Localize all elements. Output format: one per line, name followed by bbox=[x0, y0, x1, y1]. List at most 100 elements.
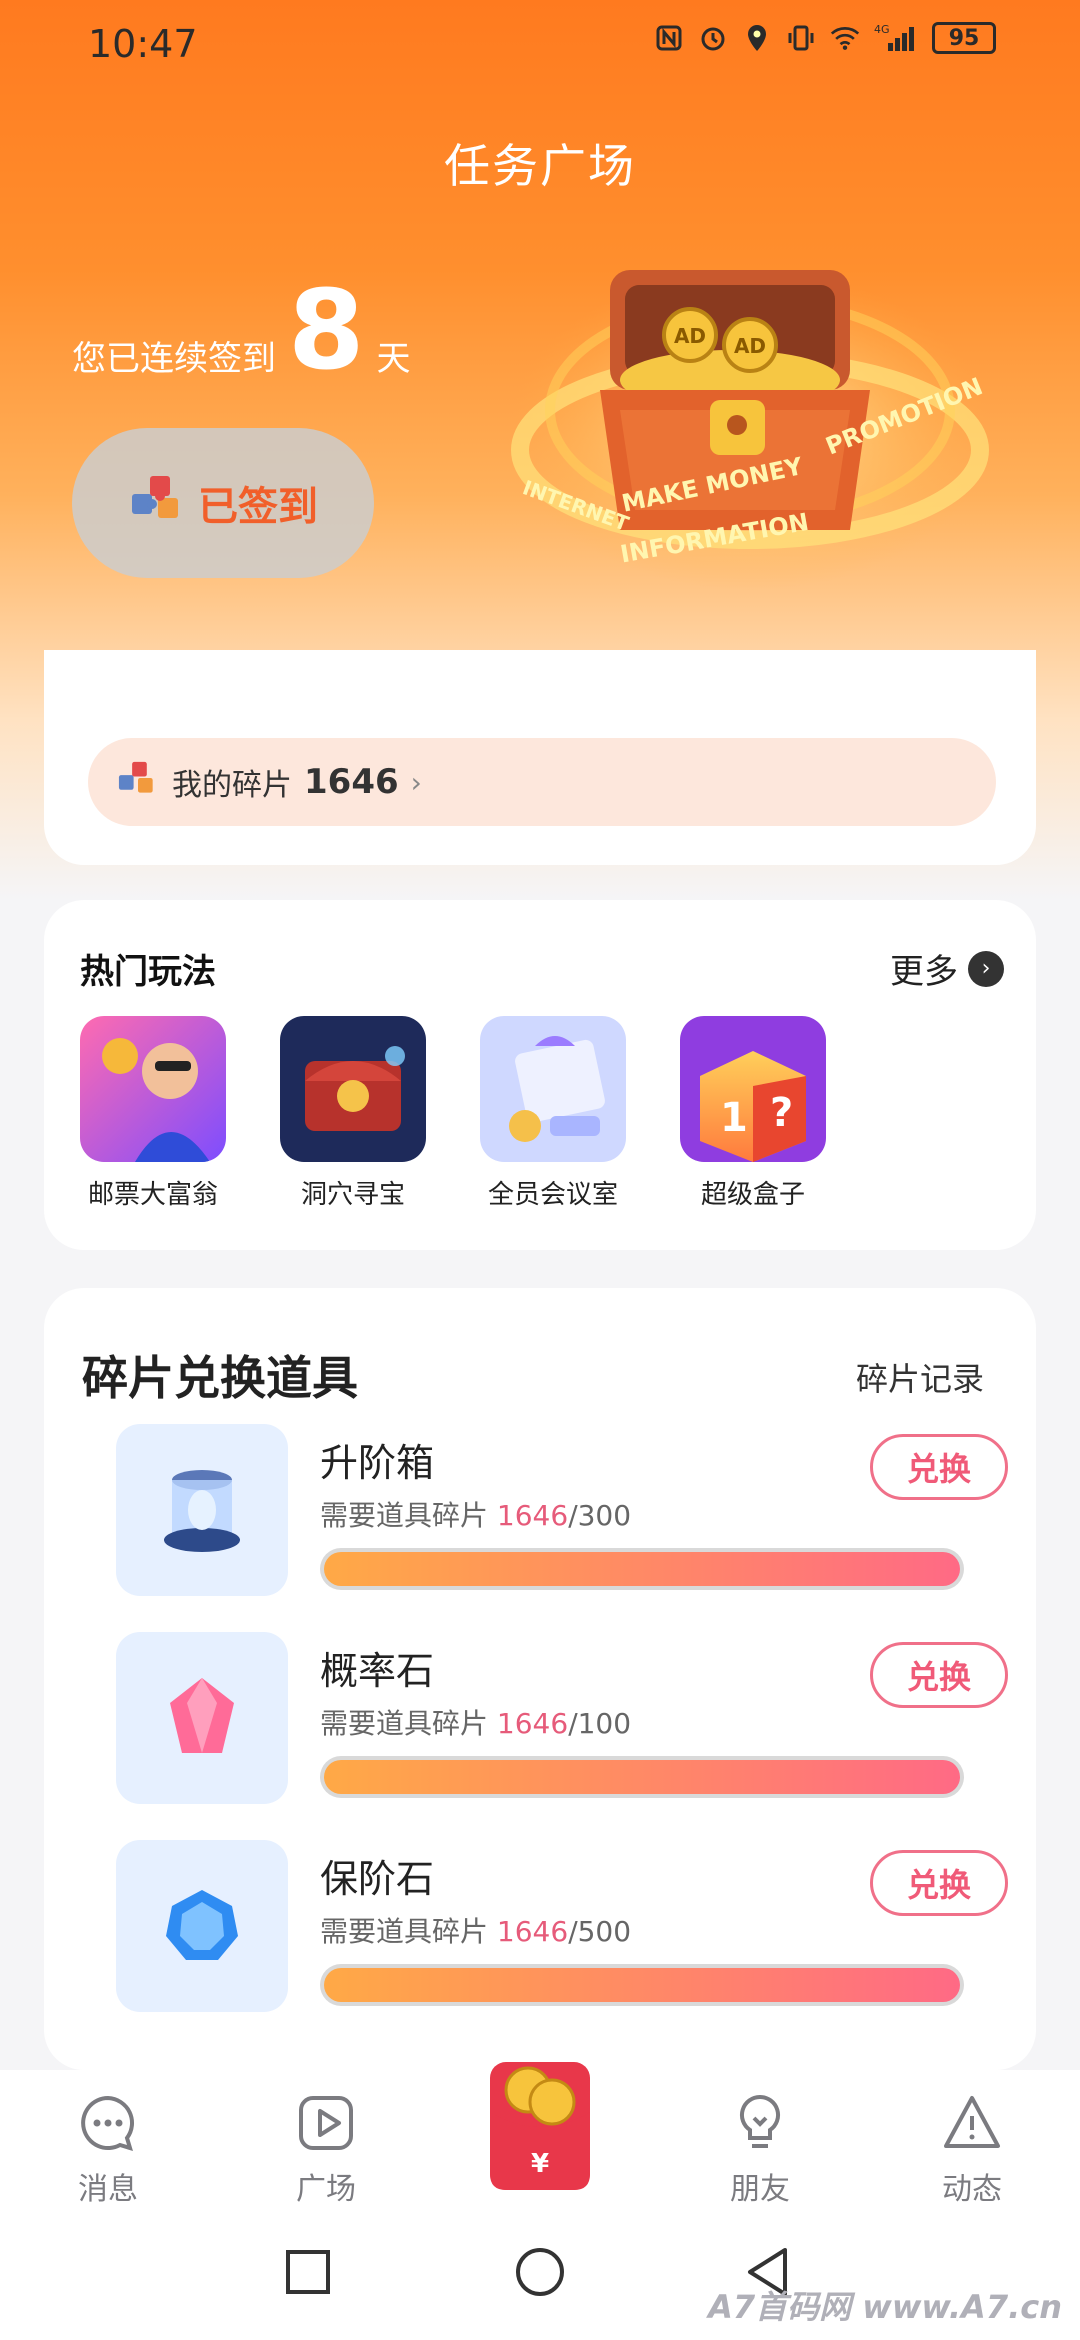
item-name: 保阶石 bbox=[320, 1857, 435, 1901]
alert-icon bbox=[939, 2090, 1005, 2156]
need-label: 需要道具碎片 bbox=[320, 1707, 489, 1740]
wifi-icon bbox=[830, 23, 860, 53]
have-count: 1646 bbox=[496, 1915, 569, 1948]
fragment-record-link[interactable]: 碎片记录 bbox=[856, 1354, 984, 1400]
more-label: 更多 bbox=[890, 952, 958, 992]
status-time: 10:47 bbox=[88, 22, 198, 66]
my-fragments-link[interactable]: 我的碎片 1646 › bbox=[88, 738, 996, 826]
meeting-room-icon bbox=[480, 1016, 626, 1162]
fragments-label: 我的碎片 bbox=[172, 768, 292, 803]
svg-text:1: 1 bbox=[720, 1095, 748, 1141]
more-button[interactable]: 更多 › bbox=[890, 944, 1004, 993]
signed-label: 已签到 bbox=[198, 484, 318, 530]
bulb-icon bbox=[727, 2090, 793, 2156]
item-requirement: 需要道具碎片 1646/100 bbox=[320, 1702, 631, 1742]
game-label: 邮票大富翁 bbox=[87, 1180, 218, 1210]
nfc-icon bbox=[654, 23, 684, 53]
game-item[interactable]: 邮票大富翁 bbox=[78, 1016, 228, 1211]
tab-plaza[interactable]: 广场 bbox=[246, 2090, 406, 2208]
item-name: 概率石 bbox=[320, 1649, 435, 1693]
exchange-button[interactable]: 兑换 bbox=[870, 1642, 1008, 1708]
fragments-count: 1646 bbox=[304, 762, 399, 802]
progress-bar bbox=[320, 1964, 964, 2006]
chevron-right-icon: › bbox=[410, 765, 422, 799]
home-button[interactable] bbox=[516, 2248, 564, 2296]
watermark: A7首码网 www.A7.cn bbox=[708, 2288, 1062, 2326]
svg-text:?: ? bbox=[770, 1090, 793, 1136]
streak-prefix: 您已连续签到 bbox=[72, 339, 276, 379]
exchange-button[interactable]: 兑换 bbox=[870, 1850, 1008, 1916]
exchange-item: 升阶箱 需要道具碎片 1646/300 兑换 bbox=[116, 1424, 1008, 1596]
stamp-tycoon-icon bbox=[80, 1016, 226, 1162]
coin-label-2: AD bbox=[734, 334, 766, 358]
need-count: /100 bbox=[568, 1707, 632, 1740]
recent-apps-button[interactable] bbox=[286, 2250, 330, 2294]
game-item[interactable]: 1 ? 超级盒子 bbox=[678, 1016, 828, 1211]
have-count: 1646 bbox=[496, 1499, 569, 1532]
game-label: 超级盒子 bbox=[700, 1180, 805, 1210]
tab-label: 消息 bbox=[78, 2172, 138, 2207]
streak-suffix: 天 bbox=[376, 339, 411, 379]
item-requirement: 需要道具碎片 1646/500 bbox=[320, 1910, 631, 1950]
page: 10:47 4G 95 任务广场 您已连续签到 8 天 已签到 AD AD MA… bbox=[0, 0, 1080, 2340]
status-icons: 4G 95 bbox=[654, 22, 996, 54]
alarm-icon bbox=[698, 23, 728, 53]
tab-friends[interactable]: 朋友 bbox=[680, 2090, 840, 2208]
tab-label: 动态 bbox=[942, 2172, 1002, 2207]
super-box-icon: 1 ? bbox=[680, 1016, 826, 1162]
tab-label: 广场 bbox=[296, 2172, 356, 2207]
streak-info: 您已连续签到 8 天 bbox=[72, 266, 411, 394]
exchange-title: 碎片兑换道具 bbox=[82, 1351, 358, 1405]
need-label: 需要道具碎片 bbox=[320, 1499, 489, 1532]
need-count: /300 bbox=[568, 1499, 632, 1532]
game-label: 洞穴寻宝 bbox=[300, 1180, 405, 1210]
have-count: 1646 bbox=[496, 1707, 569, 1740]
item-name: 升阶箱 bbox=[320, 1441, 435, 1485]
blue-gem-icon bbox=[116, 1840, 288, 2012]
red-packet-icon[interactable]: ¥ bbox=[490, 2062, 590, 2190]
puzzle-icon bbox=[128, 468, 188, 538]
games-list: 邮票大富翁 洞穴寻宝 全员会议室 1 ? 超级盒子 bbox=[78, 1016, 828, 1211]
fragments-card: 我的碎片 1646 › bbox=[44, 650, 1036, 865]
progress-fill bbox=[324, 1968, 960, 2002]
hot-games-title: 热门玩法 bbox=[80, 952, 216, 992]
signed-in-button[interactable]: 已签到 bbox=[72, 428, 374, 578]
exchange-card: 碎片兑换道具 碎片记录 升阶箱 需要道具碎片 1646/300 兑换 概率石 需… bbox=[44, 1288, 1036, 2070]
exchange-item: 保阶石 需要道具碎片 1646/500 兑换 bbox=[116, 1840, 1008, 2012]
treasure-chest-illustration: AD AD MAKE MONEY PROMOTION INFORMATION I… bbox=[500, 240, 1000, 610]
bottom-tab-bar: 消息 广场 ¥ 朋友 动态 bbox=[0, 2062, 1080, 2220]
signal-icon: 4G bbox=[874, 23, 918, 53]
game-item[interactable]: 全员会议室 bbox=[478, 1016, 628, 1211]
arrow-right-icon: › bbox=[968, 950, 1004, 987]
need-label: 需要道具碎片 bbox=[320, 1915, 489, 1948]
game-label: 全员会议室 bbox=[487, 1180, 618, 1210]
tab-activity[interactable]: 动态 bbox=[892, 2090, 1052, 2208]
puzzle-small-icon bbox=[116, 756, 160, 808]
hot-games-card: 热门玩法 更多 › 邮票大富翁 洞穴寻宝 全员会议室 1 ? 超级盒子 bbox=[44, 900, 1036, 1250]
progress-bar bbox=[320, 1756, 964, 1798]
exchange-item: 概率石 需要道具碎片 1646/100 兑换 bbox=[116, 1632, 1008, 1804]
progress-bar bbox=[320, 1548, 964, 1590]
pink-gem-icon bbox=[116, 1632, 288, 1804]
tab-messages[interactable]: 消息 bbox=[28, 2090, 188, 2208]
network-type: 4G bbox=[874, 23, 890, 36]
play-icon bbox=[293, 2090, 359, 2156]
location-icon bbox=[742, 23, 772, 53]
page-title: 任务广场 bbox=[444, 139, 636, 193]
status-bar: 10:47 4G 95 bbox=[0, 0, 1080, 90]
exchange-button[interactable]: 兑换 bbox=[870, 1434, 1008, 1500]
battery-indicator: 95 bbox=[932, 22, 996, 54]
coin-label-1: AD bbox=[674, 324, 706, 348]
streak-days: 8 bbox=[288, 266, 365, 394]
yuan-symbol: ¥ bbox=[531, 2149, 549, 2179]
need-count: /500 bbox=[568, 1915, 632, 1948]
upgrade-box-icon bbox=[116, 1424, 288, 1596]
tab-label: 朋友 bbox=[730, 2172, 790, 2207]
vibrate-icon bbox=[786, 23, 816, 53]
game-item[interactable]: 洞穴寻宝 bbox=[278, 1016, 428, 1211]
system-navigation-bar: A7首码网 www.A7.cn bbox=[0, 2220, 1080, 2340]
message-icon bbox=[75, 2090, 141, 2156]
progress-fill bbox=[324, 1760, 960, 1794]
item-requirement: 需要道具碎片 1646/300 bbox=[320, 1494, 631, 1534]
cave-treasure-icon bbox=[280, 1016, 426, 1162]
